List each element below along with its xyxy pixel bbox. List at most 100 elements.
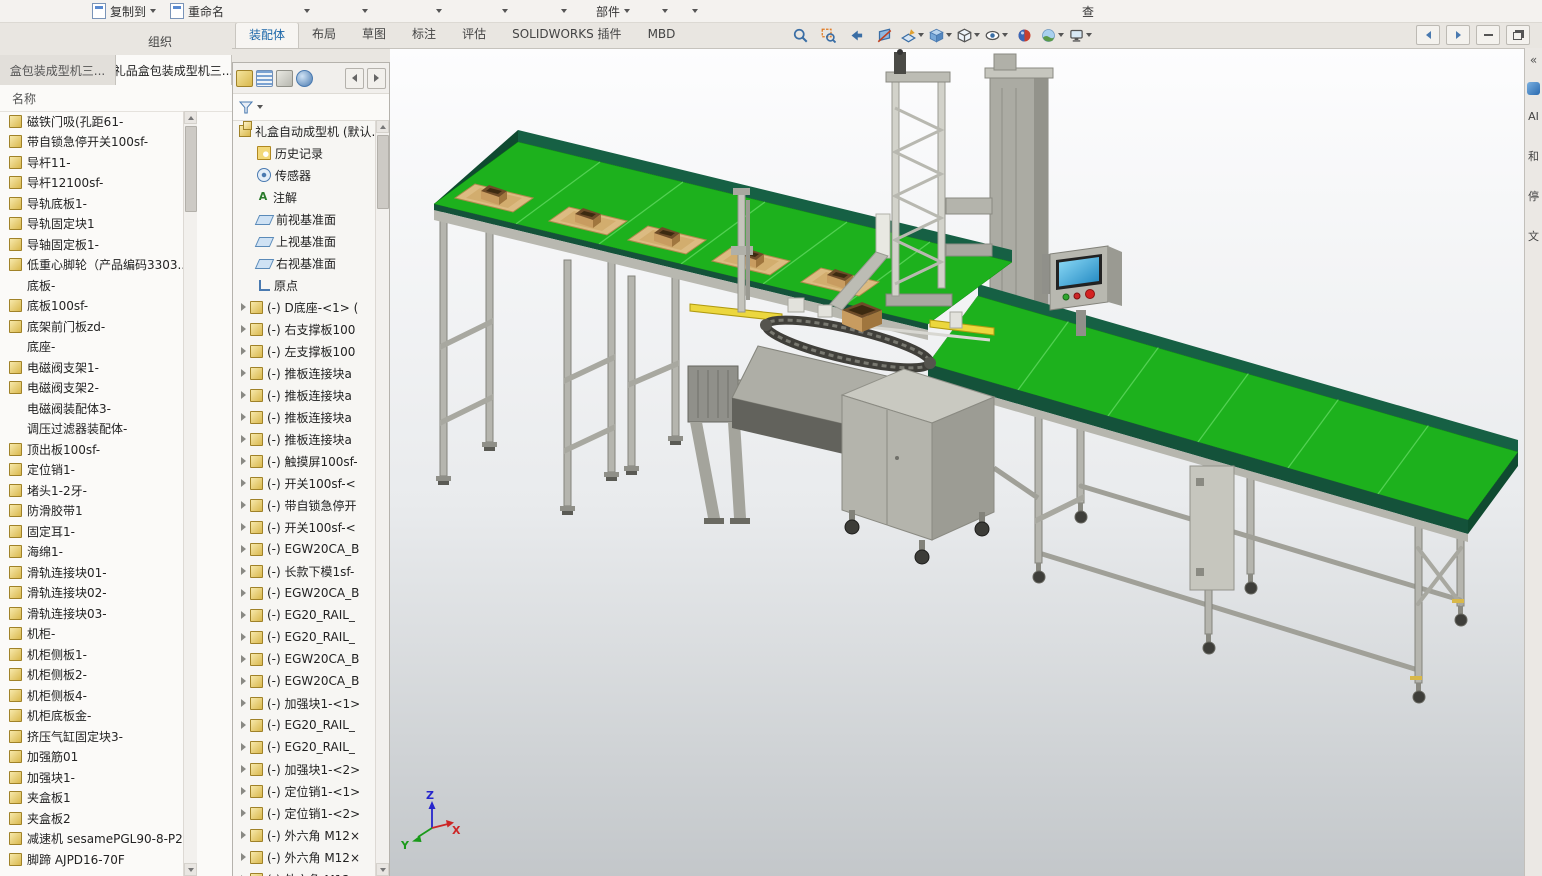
tab-标注[interactable]: 标注 (399, 22, 449, 48)
expand-chevron-icon[interactable] (241, 545, 246, 553)
expand-chevron-icon[interactable] (241, 391, 246, 399)
tree-item-component[interactable]: (-) 推板连接块a (233, 384, 389, 406)
tree-item-component[interactable]: (-) EGW20CA_B (233, 538, 389, 560)
tree-item-component[interactable]: (-) 外六角 M12× (233, 868, 389, 876)
scrollbar-thumb[interactable] (185, 126, 197, 212)
parts-scrollbar[interactable] (183, 111, 197, 876)
expand-chevron-icon[interactable] (241, 809, 246, 817)
taskpane-home-icon[interactable] (1527, 82, 1540, 95)
scrollbar-thumb[interactable] (377, 135, 389, 209)
tab-草图[interactable]: 草图 (349, 22, 399, 48)
list-item[interactable]: 机柜侧板1- (0, 644, 232, 665)
expand-chevron-icon[interactable] (241, 413, 246, 421)
tab-MBD[interactable]: MBD (635, 22, 689, 48)
restore-icon[interactable] (1506, 25, 1530, 45)
expand-chevron-icon[interactable] (241, 743, 246, 751)
tree-item[interactable]: 历史记录 (233, 142, 389, 164)
list-item[interactable]: 挤压气缸固定块3- (0, 726, 232, 747)
taskpane-tab-3[interactable]: 文 (1528, 231, 1539, 243)
view-orientation-icon[interactable] (928, 24, 953, 46)
feature-root[interactable]: 礼盒自动成型机 (默认... (233, 120, 389, 142)
scroll-up-icon[interactable] (376, 120, 389, 133)
taskpane-tab-2[interactable]: 停 (1528, 191, 1539, 203)
tree-item-component[interactable]: (-) 左支撑板100 (233, 340, 389, 362)
edit-appearance-icon[interactable] (1012, 24, 1037, 46)
toolbar-dropdown[interactable] (300, 4, 314, 18)
tree-item[interactable]: 右视基准面 (233, 252, 389, 274)
search-button[interactable]: 查 (1082, 2, 1094, 20)
list-item[interactable]: 导轨固定块1 (0, 214, 232, 235)
list-item[interactable]: 滑轨连接块03- (0, 603, 232, 624)
list-item[interactable]: 减速机 sesamePGL90-8-P2 (0, 829, 232, 850)
component-button[interactable]: 部件 (596, 2, 630, 20)
collapse-right-icon[interactable] (367, 68, 386, 89)
tree-item-component[interactable]: (-) EG20_RAIL_ (233, 604, 389, 626)
expand-chevron-icon[interactable] (241, 479, 246, 487)
expand-chevron-icon[interactable] (241, 787, 246, 795)
list-item[interactable]: 滑轨连接块01- (0, 562, 232, 583)
pane-back-icon[interactable] (1416, 25, 1440, 45)
tree-item-component[interactable]: (-) 加强块1-<2> (233, 758, 389, 780)
list-item[interactable]: 底板100sf- (0, 296, 232, 317)
copy-to-button[interactable]: 复制到 (92, 2, 156, 20)
scroll-down-icon[interactable] (184, 863, 197, 876)
expand-chevron-icon[interactable] (241, 567, 246, 575)
scroll-down-icon[interactable] (376, 863, 389, 876)
tree-item-component[interactable]: (-) EG20_RAIL_ (233, 736, 389, 758)
list-item[interactable]: 顶出板100sf- (0, 439, 232, 460)
zoom-fit-icon[interactable] (788, 24, 813, 46)
taskpane-collapse-icon[interactable]: « (1530, 54, 1537, 66)
expand-chevron-icon[interactable] (241, 765, 246, 773)
tree-item-component[interactable]: (-) 定位销1-<2> (233, 802, 389, 824)
tree-item-component[interactable]: (-) 定位销1-<1> (233, 780, 389, 802)
list-item[interactable]: 底架前门板zd- (0, 316, 232, 337)
previous-view-icon[interactable] (844, 24, 869, 46)
expand-chevron-icon[interactable] (241, 523, 246, 531)
list-item[interactable]: 固定耳1- (0, 521, 232, 542)
list-item[interactable]: 电磁阀支架1- (0, 357, 232, 378)
tree-item-component[interactable]: (-) 触摸屏100sf- (233, 450, 389, 472)
featuremanager-filter[interactable] (233, 94, 389, 121)
list-item[interactable]: 机柜- (0, 624, 232, 645)
list-item[interactable]: 底板- (0, 275, 232, 296)
toolbar-dropdown[interactable] (358, 4, 372, 18)
tree-item-component[interactable]: (-) EGW20CA_B (233, 670, 389, 692)
list-item[interactable]: 带自锁急停开关100sf- (0, 132, 232, 153)
tab-SOLIDWORKS 插件[interactable]: SOLIDWORKS 插件 (499, 22, 634, 48)
tree-item-component[interactable]: (-) D底座-<1> ( (233, 296, 389, 318)
tree-item[interactable]: 注解 (233, 186, 389, 208)
toolbar-dropdown[interactable] (498, 4, 512, 18)
expand-chevron-icon[interactable] (241, 611, 246, 619)
scroll-up-icon[interactable] (184, 111, 197, 124)
expand-chevron-icon[interactable] (241, 677, 246, 685)
dynamic-annotation-views-icon[interactable] (900, 24, 925, 46)
toolbar-dropdown[interactable] (658, 4, 672, 18)
tab-布局[interactable]: 布局 (299, 22, 349, 48)
tree-item-component[interactable]: (-) 带自锁急停开 (233, 494, 389, 516)
list-item[interactable]: 防滑胶带1 (0, 501, 232, 522)
tab-装配体[interactable]: 装配体 (235, 22, 299, 48)
list-item[interactable]: 夹盒板1 (0, 788, 232, 809)
list-item[interactable]: 导轨底板1- (0, 193, 232, 214)
list-item[interactable]: 滑轨连接块02- (0, 583, 232, 604)
toolbar-dropdown[interactable] (688, 4, 702, 18)
expand-chevron-icon[interactable] (241, 589, 246, 597)
view-settings-icon[interactable] (1068, 24, 1093, 46)
propertymanager-tab-icon[interactable] (256, 70, 273, 87)
list-item[interactable]: 电磁阀装配体3- (0, 398, 232, 419)
tree-item-component[interactable]: (-) EGW20CA_B (233, 582, 389, 604)
expand-chevron-icon[interactable] (241, 457, 246, 465)
configurationmanager-tab-icon[interactable] (276, 70, 293, 87)
expand-chevron-icon[interactable] (241, 325, 246, 333)
feature-tree-scrollbar[interactable] (375, 120, 389, 876)
expand-chevron-icon[interactable] (241, 347, 246, 355)
tree-item-component[interactable]: (-) 右支撑板100 (233, 318, 389, 340)
parts-column-header[interactable]: 名称 (0, 85, 232, 112)
expand-chevron-icon[interactable] (241, 853, 246, 861)
list-item[interactable]: 堵头1-2牙- (0, 480, 232, 501)
tree-item-component[interactable]: (-) 推板连接块a (233, 362, 389, 384)
taskpane-tab-0[interactable]: AI (1528, 111, 1539, 123)
list-item[interactable]: 磁铁门吸(孔距61- (0, 111, 232, 132)
tree-item-component[interactable]: (-) 外六角 M12× (233, 846, 389, 868)
tree-item[interactable]: 上视基准面 (233, 230, 389, 252)
